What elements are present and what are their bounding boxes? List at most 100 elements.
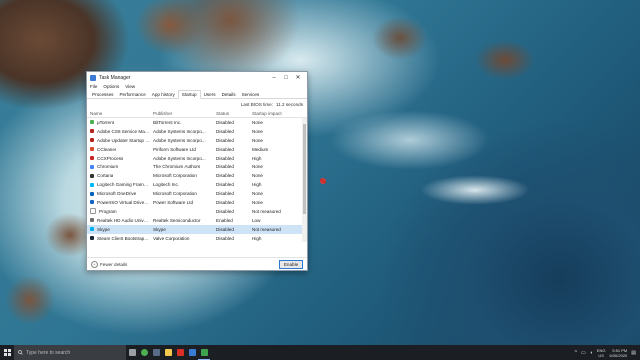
row-name: Steam Client Bootstrapper [87, 236, 150, 241]
menu-options[interactable]: Options [103, 84, 119, 89]
column-header-publisher[interactable]: Publisher [150, 111, 213, 116]
row-name-text: CCXProcess [97, 155, 124, 161]
app-icon [90, 173, 94, 178]
row-status: Disabled [216, 164, 234, 170]
table-row[interactable]: Logitech Gaming FrameworkLogitech Inc. Di… [87, 180, 307, 189]
windows-logo-icon [3, 349, 11, 356]
row-name-text: µTorrent [97, 119, 114, 125]
row-status: Disabled [216, 173, 234, 179]
app-icon [90, 191, 94, 196]
app-icon [90, 182, 94, 187]
steam-icon[interactable] [150, 345, 162, 360]
menu-file[interactable]: File [90, 84, 97, 89]
menu-view[interactable]: View [125, 84, 135, 89]
app-icon [90, 164, 94, 169]
row-name-text: Skype [97, 226, 110, 232]
table-row[interactable]: CCleaner Piriform Software Ltd Disabled Med… [87, 145, 307, 154]
tab-processes[interactable]: Processes [89, 91, 116, 98]
app-icon [90, 156, 94, 160]
row-startup-impact: None [252, 199, 263, 205]
row-status: Disabled [216, 226, 234, 232]
row-startup-impact: High [252, 182, 262, 188]
scrollbar-thumb[interactable] [303, 124, 306, 214]
column-header-row: Name Publisher Status Startup impact [87, 109, 307, 118]
task-manager-window[interactable]: Task Manager – □ ✕ File Options View Pro… [86, 71, 308, 271]
row-name: Realtek HD Audio Universal ... [87, 218, 150, 223]
bios-time-value: 11.2 seconds [276, 101, 303, 107]
tab-services[interactable]: Services [239, 91, 263, 98]
row-name: CCXProcess [87, 156, 150, 161]
row-name: Program [87, 208, 150, 215]
tab-app-history[interactable]: App history [149, 91, 178, 98]
chevron-up-icon[interactable]: ^ [575, 350, 577, 356]
column-header-status[interactable]: Status [213, 111, 249, 116]
task-manager-icon[interactable] [198, 345, 210, 360]
row-startup-impact: Not measured [252, 208, 281, 214]
task-manager-icon [90, 74, 96, 81]
network-icon[interactable]: ▭ [581, 350, 586, 356]
start-button[interactable] [0, 345, 14, 360]
file-explorer-icon[interactable] [162, 345, 174, 360]
media-player-icon[interactable] [174, 345, 186, 360]
row-name-text: Steam Client Bootstrapper [97, 235, 150, 241]
bios-time-label: Last BIOS time: [240, 101, 273, 107]
row-startup-impact: None [252, 137, 263, 143]
startup-list[interactable]: µTorrent BitTorrent Inc. Disabled None Adobe… [87, 118, 307, 242]
table-row[interactable]: Skype Skype Disabled Not measured [87, 224, 307, 234]
row-publisher: BitTorrent Inc. [153, 119, 182, 125]
table-row[interactable]: Microsoft OneDrive Microsoft Corporation D… [87, 189, 307, 198]
table-row[interactable]: Steam Client Bootstrapper Valve Corporati… [87, 234, 307, 242]
photos-icon[interactable] [186, 345, 198, 360]
row-name: Adobe Updater Startup Utility [87, 138, 150, 143]
row-startup-impact: High [252, 235, 262, 241]
clock[interactable]: 5:51 PM 6/30/2020 [609, 348, 627, 358]
app-icon [90, 147, 94, 152]
table-row[interactable]: Adobe CS6 Service ManagerAdobe Systems I… [87, 127, 307, 136]
tab-users[interactable]: Users [201, 91, 219, 98]
column-header-name[interactable]: Name [87, 111, 150, 116]
table-row[interactable]: Adobe Updater Startup UtilityAdobe Syste… [87, 136, 307, 145]
column-header-startup-impact[interactable]: Startup impact [249, 111, 296, 116]
minimize-icon[interactable]: – [268, 75, 280, 81]
row-status: Disabled [216, 182, 234, 188]
table-row[interactable]: µTorrent BitTorrent Inc. Disabled None [87, 118, 307, 127]
row-publisher: Adobe Systems Incorpo... [153, 128, 206, 134]
row-status: Disabled [216, 199, 234, 205]
row-name: Cortana [87, 173, 150, 178]
row-startup-impact: None [252, 119, 263, 125]
volume-icon[interactable]: ◖ [590, 350, 593, 356]
tab-details[interactable]: Details [219, 91, 239, 98]
table-row[interactable]: Chromium The Chromium Authors Disabled None [87, 162, 307, 171]
notification-icon[interactable]: ▤ [631, 350, 636, 356]
row-publisher: Adobe Systems Incorpo... [153, 155, 206, 161]
table-row[interactable]: CCXProcess Adobe Systems Incorpo... Disabl… [87, 154, 307, 163]
maximize-icon[interactable]: □ [280, 75, 292, 81]
fewer-details-label: Fewer details [100, 261, 128, 267]
close-icon[interactable]: ✕ [292, 74, 304, 81]
row-publisher: Valve Corporation [153, 235, 190, 241]
task-view-icon[interactable] [126, 345, 138, 360]
fewer-details-link[interactable]: ^ Fewer details [87, 260, 128, 268]
table-row[interactable]: Realtek HD Audio Universal ...Realtek Se… [87, 216, 307, 225]
chrome-icon[interactable] [138, 345, 150, 360]
footer-bar: ^ Fewer details Enable [87, 257, 307, 270]
enable-button[interactable]: Enable [279, 259, 303, 269]
taskbar-search-box[interactable]: Type here to search [14, 345, 126, 360]
row-name: Adobe CS6 Service Manager [87, 129, 150, 134]
tab-performance[interactable]: Performance [116, 91, 148, 98]
row-name-text: Adobe CS6 Service Manager [97, 128, 150, 134]
language-indicator[interactable]: ENG US [597, 348, 606, 358]
table-row[interactable]: Program Disabled Not measured [87, 207, 307, 216]
row-publisher: Skype [153, 226, 166, 232]
row-name: PowerISO Virtual Drive Man... [87, 200, 150, 205]
row-publisher: Microsoft Corporation [153, 173, 197, 179]
chevron-up-icon: ^ [91, 260, 98, 268]
app-icon [90, 120, 94, 125]
vertical-scrollbar[interactable] [302, 118, 307, 242]
table-row[interactable]: PowerISO Virtual Drive Man...Power Softw… [87, 198, 307, 207]
row-startup-impact: None [252, 128, 263, 134]
title-bar[interactable]: Task Manager – □ ✕ [87, 72, 307, 83]
app-icon [90, 129, 94, 134]
table-row[interactable]: Cortana Microsoft Corporation Disabled None [87, 171, 307, 180]
tab-startup[interactable]: Startup [177, 90, 201, 99]
